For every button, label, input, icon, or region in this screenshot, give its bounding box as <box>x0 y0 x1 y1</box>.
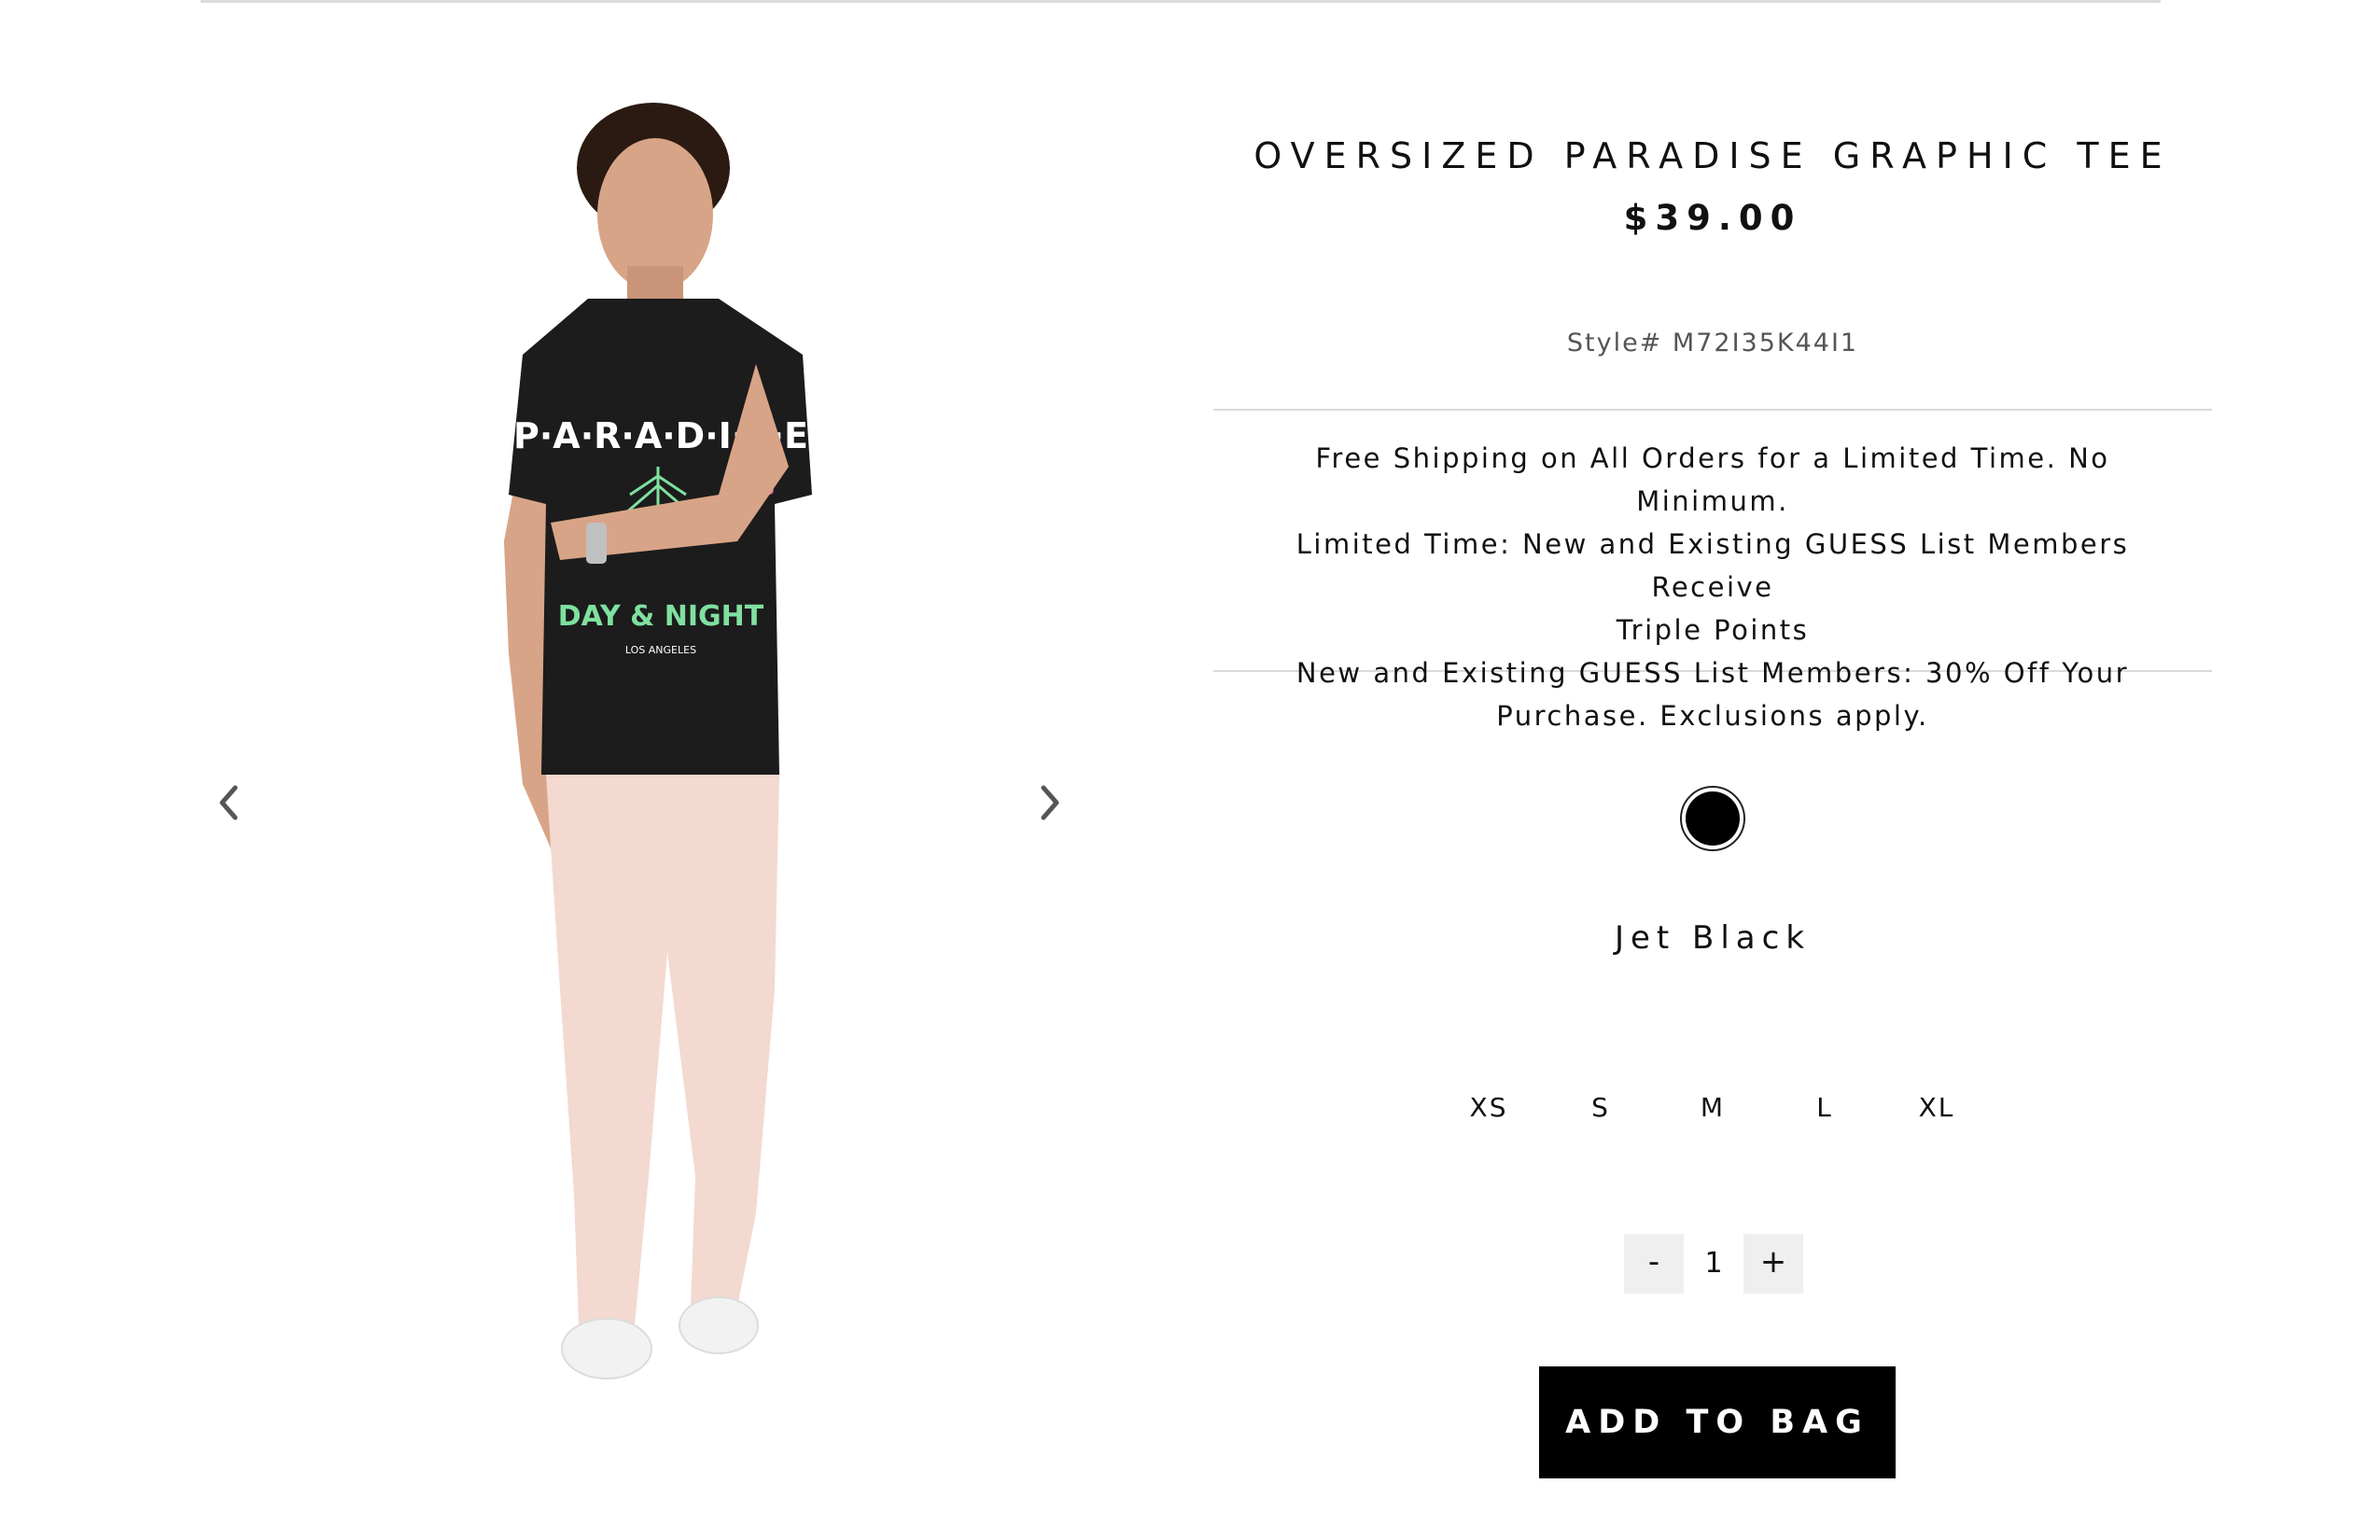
shirt-city: LOS ANGELES <box>625 644 696 656</box>
product-image[interactable]: P·A·R·A·D·I·S·E 83 DAY & NIGHT LOS ANGEL… <box>420 56 887 1409</box>
size-selector: XS S M L XL <box>1461 1092 1965 1123</box>
size-option-xs[interactable]: XS <box>1461 1092 1517 1123</box>
size-option-xl[interactable]: XL <box>1909 1092 1965 1123</box>
style-number: Style# M72I35K44I1 <box>1566 329 1859 357</box>
quantity-decrement-button[interactable]: - <box>1624 1234 1684 1294</box>
size-option-l[interactable]: L <box>1797 1092 1853 1123</box>
promo-line: Limited Time: New and Existing GUESS Lis… <box>1295 528 2130 603</box>
model-pants <box>546 775 779 1325</box>
selected-color-name: Jet Black <box>1614 919 1812 957</box>
add-to-bag-button[interactable]: ADD TO BAG <box>1539 1366 1896 1478</box>
color-swatch-fill <box>1686 791 1740 846</box>
promo-line: New and Existing GUESS List Members: 30%… <box>1295 657 2130 689</box>
gallery-prev-button[interactable] <box>201 756 257 849</box>
promo-box: Free Shipping on All Orders for a Limite… <box>1213 409 2212 732</box>
watch <box>586 523 607 564</box>
quantity-increment-button[interactable]: + <box>1743 1234 1803 1294</box>
promo-line: Free Shipping on All Orders for a Limite… <box>1315 442 2110 517</box>
product-gallery: P·A·R·A·D·I·S·E 83 DAY & NIGHT LOS ANGEL… <box>201 37 1078 1456</box>
model-shoe-right <box>679 1296 759 1354</box>
gallery-next-button[interactable] <box>1022 756 1078 849</box>
quantity-input[interactable] <box>1684 1234 1743 1294</box>
size-option-m[interactable]: M <box>1685 1092 1741 1123</box>
chevron-left-icon <box>219 785 238 820</box>
promo-line: Triple Points <box>1616 614 1810 646</box>
product-title: OVERSIZED PARADISE GRAPHIC TEE <box>1253 135 2172 176</box>
quantity-stepper: - + <box>1624 1234 1803 1294</box>
model-shoe-left <box>561 1318 652 1379</box>
size-option-s[interactable]: S <box>1573 1092 1629 1123</box>
promo-line: Purchase. Exclusions apply. <box>1496 700 1929 732</box>
product-details: OVERSIZED PARADISE GRAPHIC TEE $39.00 St… <box>1213 0 2212 1540</box>
color-swatch-jet-black[interactable] <box>1680 786 1745 851</box>
chevron-right-icon <box>1041 785 1059 820</box>
shirt-subtext: DAY & NIGHT <box>558 600 764 633</box>
product-price: $39.00 <box>1623 198 1802 238</box>
